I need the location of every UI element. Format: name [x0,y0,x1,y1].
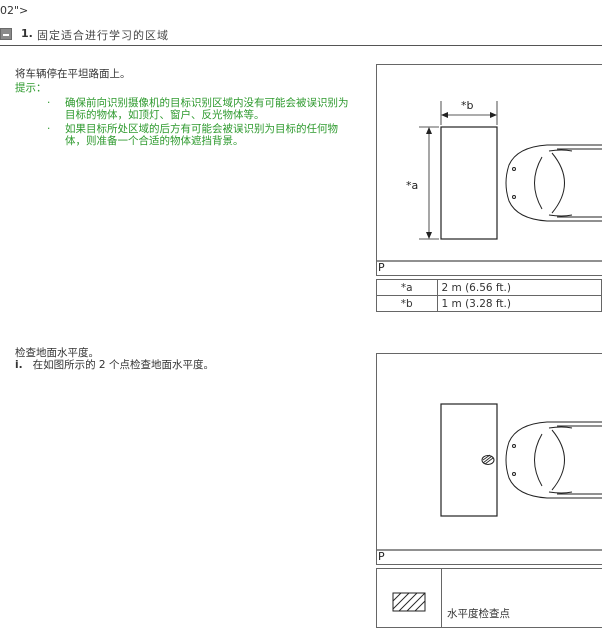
dimension-a-label: *a [406,179,418,192]
hatched-box-icon [392,592,426,612]
check-item: i. 在如图所示的 2 个点检查地面水平度。 [15,357,214,372]
hint-line: 如果目标所处区域的后方有可能会被误识别为目标的任何物 [65,123,338,135]
step-number: 1. [21,27,33,40]
vehicle-front-shape [505,144,602,222]
legend-key: *b [376,295,438,312]
dimension-legend-table: *a 2 m (6.56 ft.) *b 1 m (3.28 ft.) [376,279,602,312]
target-board-shape [440,126,498,240]
legend-value: 2 m (6.56 ft.) [436,279,602,296]
item-text: 在如图所示的 2 个点检查地面水平度。 [32,359,214,371]
hint-label: 提示： [15,82,47,94]
level-check-diagram [377,403,602,551]
vehicle-front-shape [505,421,602,499]
step-title: 固定适合进行学习的区域 [37,29,169,42]
panel-label: P [378,261,385,274]
bullet-icon: · [47,97,51,109]
collapse-toggle-icon[interactable] [0,28,12,40]
legend-label: 水平度检查点 [447,608,510,620]
hint-line: 确保前向识别摄像机的目标识别区域内没有可能会被误识别为 [65,97,349,109]
bullet-icon: · [47,123,51,135]
step-header: 1. 固定适合进行学习的区域 [0,27,602,43]
legend-symbol-cell [377,569,442,627]
table-row: *a 2 m (6.56 ft.) [376,279,602,296]
stray-markup-text: 02"> [0,4,29,17]
item-label: i. [15,359,23,371]
target-placement-diagram: *b *a [377,99,602,262]
target-placement-figure: *b *a P [376,64,602,276]
table-row: *b 1 m (3.28 ft.) [376,295,602,312]
panel-label: P [378,550,385,563]
dimension-b-label: *b [461,99,474,112]
hint-line: 体，则准备一个合适的物体遮挡背景。 [65,135,244,147]
level-point-legend: 水平度检查点 [376,568,602,628]
legend-key: *a [376,279,438,296]
step1-instruction: 将车辆停在平坦路面上。 [15,68,131,80]
header-divider [0,45,602,46]
legend-value: 1 m (3.28 ft.) [436,295,602,312]
hint-line: 目标的物体，如顶灯、窗户、反光物体等。 [65,109,265,121]
level-check-figure: P [376,353,602,565]
